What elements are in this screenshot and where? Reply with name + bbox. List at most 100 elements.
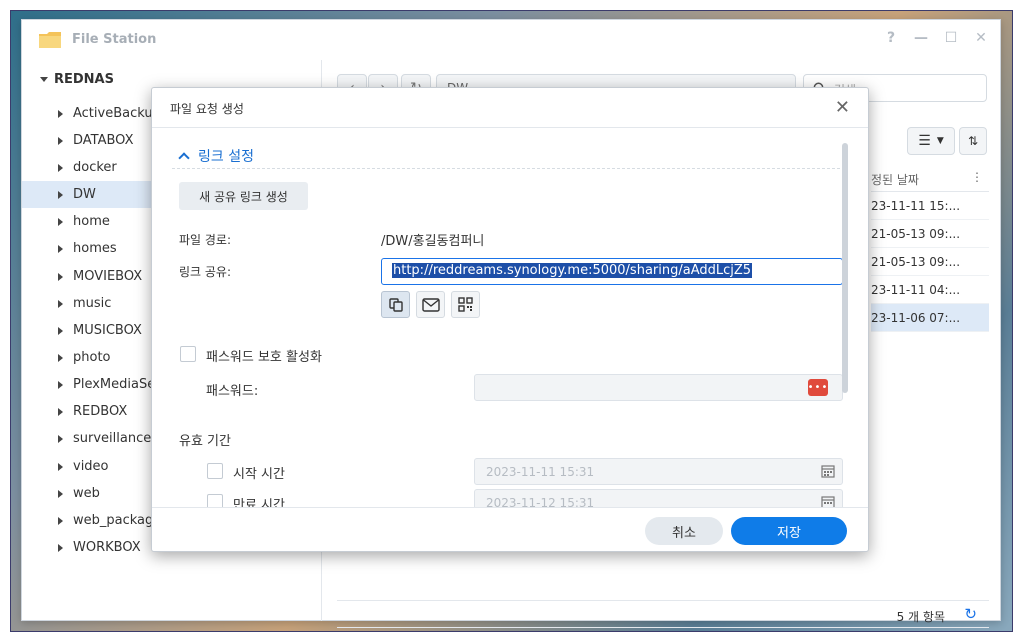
caret-right-icon: [58, 326, 63, 335]
validity-period-label: 유효 기간: [179, 434, 231, 449]
caret-right-icon: [58, 217, 63, 226]
tree-root-rednas[interactable]: REDNAS: [40, 72, 114, 87]
table-row[interactable]: 21-05-13 09:...: [871, 248, 989, 276]
section-header-link-settings[interactable]: 링크 설정: [172, 143, 840, 169]
share-link-text: http://reddreams.synology.me:5000/sharin…: [392, 263, 753, 278]
mail-icon: [421, 297, 440, 312]
status-bar: 5 개 항목 ↻: [337, 600, 989, 628]
dialog-header: 파일 요청 생성 ✕: [152, 88, 868, 128]
copy-icon: [388, 297, 403, 312]
tree-item-label: DW: [73, 187, 96, 202]
caret-right-icon: [58, 543, 63, 552]
email-link-button[interactable]: [416, 291, 445, 318]
column-header-label: 정된 날짜: [871, 173, 919, 187]
scrollbar-thumb[interactable]: [842, 143, 848, 393]
maximize-icon[interactable]: ☐: [944, 30, 958, 46]
expiry-time-field[interactable]: 2023-11-12 15:31: [474, 489, 843, 507]
file-path-value: /DW/홍길동컴퍼니: [381, 234, 485, 249]
dialog-scrollbar[interactable]: [842, 143, 848, 506]
password-manager-icon[interactable]: •••: [808, 379, 828, 396]
caret-right-icon: [58, 299, 63, 308]
list-view-icon: ☰: [918, 133, 931, 149]
caret-right-icon: [58, 407, 63, 416]
new-share-link-button[interactable]: 새 공유 링크 생성: [179, 182, 308, 210]
tree-item-label: home: [73, 214, 110, 229]
caret-right-icon: [58, 244, 63, 253]
expiry-time-label: 만료 시간: [233, 498, 285, 507]
caret-right-icon: [58, 434, 63, 443]
window-titlebar: File Station ? — ☐ ✕: [22, 20, 1000, 60]
caret-right-icon: [58, 190, 63, 199]
share-link-label: 링크 공유:: [179, 265, 232, 279]
cancel-button[interactable]: 취소: [645, 517, 723, 545]
table-row-selected[interactable]: 23-11-06 07:...: [871, 304, 989, 332]
tree-item-label: WORKBOX: [73, 540, 141, 555]
start-time-checkbox[interactable]: [207, 463, 223, 479]
start-time-field[interactable]: 2023-11-11 15:31: [474, 458, 843, 485]
table-row[interactable]: 21-05-13 09:...: [871, 220, 989, 248]
dialog-footer: 취소 저장: [152, 507, 868, 553]
item-count: 5 개 항목: [896, 610, 945, 624]
tree-item-label: ActiveBackup: [73, 106, 161, 121]
password-field[interactable]: •••: [474, 374, 843, 401]
caret-right-icon: [58, 136, 63, 145]
minimize-icon[interactable]: —: [914, 30, 928, 46]
column-menu-icon[interactable]: ⋮: [971, 170, 983, 184]
start-time-label: 시작 시간: [233, 467, 285, 482]
calendar-icon[interactable]: [821, 464, 835, 478]
caret-right-icon: [58, 163, 63, 172]
tree-item-label: homes: [73, 241, 117, 256]
tree-item-label: PlexMediaSer: [73, 377, 161, 392]
qr-code-button[interactable]: [451, 291, 480, 318]
qr-code-icon: [458, 297, 473, 312]
expiry-time-value: 2023-11-12 15:31: [486, 496, 595, 507]
sort-icon: ⇅: [967, 134, 979, 148]
tree-item-label: MUSICBOX: [73, 323, 142, 338]
calendar-icon[interactable]: [821, 495, 835, 507]
tree-item-label: music: [73, 296, 112, 311]
sort-button[interactable]: ⇅: [959, 127, 987, 155]
tree-root-label: REDNAS: [54, 72, 114, 87]
tree-item-label: DATABOX: [73, 133, 134, 148]
column-header-modified-date[interactable]: 정된 날짜 ⋮: [871, 164, 989, 192]
table-row[interactable]: 23-11-11 04:...: [871, 276, 989, 304]
caret-right-icon: [58, 462, 63, 471]
tree-item-label: surveillance: [73, 431, 152, 446]
section-title: 링크 설정: [198, 148, 254, 165]
tree-item-label: video: [73, 459, 109, 474]
caret-right-icon: [58, 109, 63, 118]
expiry-time-checkbox[interactable]: [207, 494, 223, 507]
row-date: 21-05-13 09:...: [871, 227, 961, 241]
caret-right-icon: [58, 353, 63, 362]
close-icon[interactable]: ✕: [974, 30, 988, 46]
caret-down-icon: ▼: [936, 136, 944, 146]
copy-link-button[interactable]: [381, 291, 410, 318]
chevron-up-icon: [178, 151, 190, 164]
save-button[interactable]: 저장: [731, 517, 847, 545]
caret-right-icon: [58, 380, 63, 389]
close-icon[interactable]: ✕: [835, 97, 850, 118]
caret-right-icon: [58, 516, 63, 525]
password-enable-label: 패스워드 보호 활성화: [206, 350, 322, 365]
caret-down-icon: [40, 77, 48, 82]
view-mode-button[interactable]: ☰ ▼: [907, 127, 955, 155]
tree-item-label: docker: [73, 160, 117, 175]
password-label: 패스워드:: [206, 384, 259, 399]
tree-item-label: web_package: [73, 513, 162, 528]
tree-item-label: MOVIEBOX: [73, 269, 143, 284]
tree-item-label: web: [73, 486, 100, 501]
row-date: 23-11-06 07:...: [871, 311, 961, 325]
dialog-body: 링크 설정 새 공유 링크 생성 파일 경로: /DW/홍길동컴퍼니 링크 공유…: [152, 129, 868, 507]
folder-icon: [39, 32, 61, 48]
caret-right-icon: [58, 272, 63, 281]
password-enable-checkbox[interactable]: [180, 346, 196, 362]
help-icon[interactable]: ?: [884, 30, 898, 46]
table-row[interactable]: 23-11-11 15:...: [871, 192, 989, 220]
tree-item-label: REDBOX: [73, 404, 128, 419]
dialog-title: 파일 요청 생성: [170, 102, 244, 116]
share-link-field[interactable]: http://reddreams.synology.me:5000/sharin…: [381, 258, 843, 285]
refresh-icon[interactable]: ↻: [964, 605, 977, 623]
window-controls: ? — ☐ ✕: [884, 30, 988, 46]
row-date: 23-11-11 04:...: [871, 283, 961, 297]
create-file-request-dialog: 파일 요청 생성 ✕ 링크 설정 새 공유 링크 생성 파일 경로: /DW/홍…: [151, 87, 869, 552]
